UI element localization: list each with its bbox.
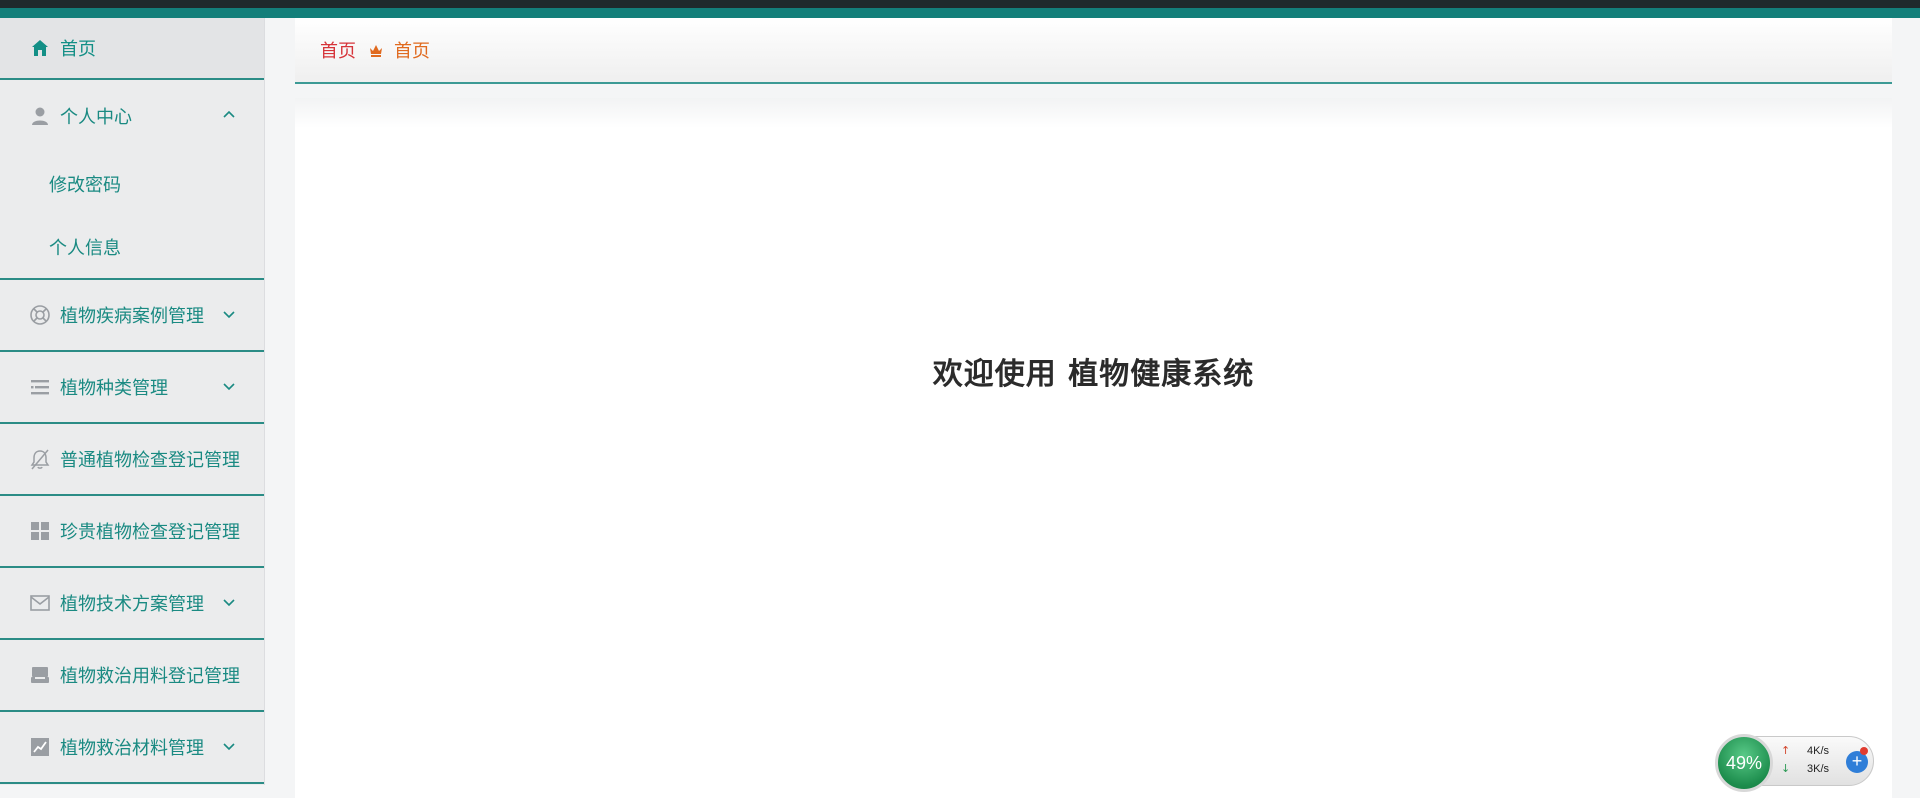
chevron-down-icon[interactable] [221,594,237,610]
sidebar-item-common-plant-check[interactable]: 普通植物检查登记管理 [0,424,264,496]
submenu-personal-center: 修改密码 个人信息 [0,152,264,280]
sidebar-item-label: 植物疾病案例管理 [60,306,204,327]
sidebar-item-label: 植物种类管理 [60,378,168,399]
inbox-icon [28,663,52,687]
sidebar-item-treatment-supplies[interactable]: 植物救治用料登记管理 [0,640,264,712]
sidebar-item-label: 首页 [60,39,96,60]
user-icon [28,104,52,128]
sidebar-subitem-label: 修改密码 [49,174,121,196]
breadcrumb-home-link[interactable]: 首页 [320,37,356,63]
sidebar-item-disease-cases[interactable]: 植物疾病案例管理 [0,280,264,352]
lifebuoy-icon [28,303,52,327]
sidebar-item-treatment-materials[interactable]: 植物救治材料管理 [0,712,264,784]
content-panel: 欢迎使用 植物健康系统 [295,98,1892,798]
chevron-down-icon[interactable] [221,738,237,754]
sidebar-item-label: 植物技术方案管理 [60,594,204,615]
sidebar-item-label: 植物救治用料登记管理 [60,666,240,687]
mail-icon [28,591,52,615]
sidebar-subitem-change-password[interactable]: 修改密码 [0,152,264,215]
sidebar-item-rare-plant-check[interactable]: 珍贵植物检查登记管理 [0,496,264,568]
sidebar-item-label: 植物救治材料管理 [60,738,204,759]
memory-usage-ball[interactable]: 49% [1715,734,1773,792]
sidebar-item-tech-plans[interactable]: 植物技术方案管理 [0,568,264,640]
grid-icon [28,519,52,543]
sidebar-item-home[interactable]: 首页 [0,18,264,80]
home-icon [28,36,52,60]
list-icon [28,375,52,399]
chevron-down-icon[interactable] [221,378,237,394]
main-area: 首页 首页 欢迎使用 植物健康系统 [295,18,1892,798]
breadcrumb-current: 首页 [394,41,430,62]
sidebar: 首页 个人中心 修改密码 个人信息 植物疾病案例管理 植物种类管理 普通植物检查… [0,18,265,785]
chevron-up-icon[interactable] [221,106,237,122]
network-speed-widget[interactable]: 49% ↑ 4K/s ↓ 3K/s + [1715,734,1874,792]
chart-icon [28,735,52,759]
sidebar-item-label: 普通植物检查登记管理 [60,450,240,471]
download-arrow-icon: ↓ [1781,762,1791,775]
upload-arrow-icon: ↑ [1781,744,1791,757]
chevron-down-icon[interactable] [221,306,237,322]
sidebar-subitem-label: 个人信息 [49,237,121,259]
sidebar-item-label: 个人中心 [60,107,132,128]
breadcrumb-separator-icon [368,42,384,58]
top-bar [0,0,1920,18]
welcome-title: 欢迎使用 植物健康系统 [932,357,1255,392]
upload-speed: 4K/s [1807,745,1830,757]
breadcrumb: 首页 首页 [295,18,1892,84]
sidebar-subitem-personal-info[interactable]: 个人信息 [0,215,264,278]
bell-off-icon [28,447,52,471]
sidebar-item-plant-types[interactable]: 植物种类管理 [0,352,264,424]
notification-dot-icon [1860,747,1868,755]
sidebar-item-personal-center[interactable]: 个人中心 [0,80,264,152]
download-speed: 3K/s [1807,763,1830,775]
sidebar-item-label: 珍贵植物检查登记管理 [60,522,240,543]
